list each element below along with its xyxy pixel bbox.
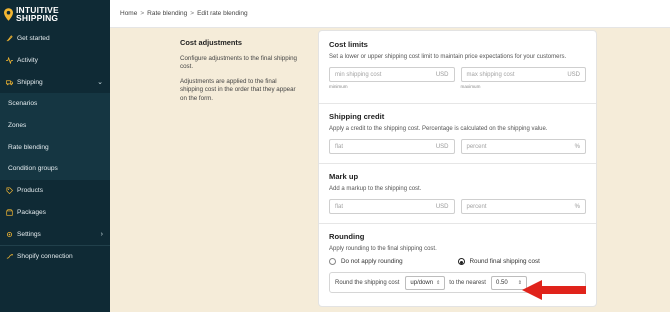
sidebar-item-packages[interactable]: Packages (0, 202, 110, 224)
sidebar-item-scenarios[interactable]: Scenarios (0, 93, 110, 115)
sidebar-item-label: Packages (17, 208, 46, 216)
logo[interactable]: INTUITIVE SHIPPING (0, 0, 110, 28)
radio-unselected-icon (329, 258, 336, 265)
chevron-right-icon: › (100, 230, 103, 238)
breadcrumb-home[interactable]: Home (120, 10, 137, 17)
sidebar-item-get-started[interactable]: Get started (0, 28, 110, 50)
currency-label: USD (435, 71, 449, 78)
rocket-icon (6, 35, 13, 42)
flat-placeholder: flat (335, 203, 344, 210)
minimum-label: minimum (329, 84, 348, 89)
rounding-title: Rounding (329, 232, 365, 241)
annotation-arrow-icon (522, 280, 586, 300)
cost-limits-help: Set a lower or upper shipping cost limit… (329, 54, 567, 60)
sidebar: INTUITIVE SHIPPING Get started Activity … (0, 0, 110, 312)
cost-adjustments-description: Cost adjustments Configure adjustments t… (180, 38, 300, 109)
sidebar-item-products[interactable]: Products (0, 180, 110, 202)
round-final-cost-label: Round final shipping cost (469, 258, 540, 265)
no-rounding-label: Do not apply rounding (341, 258, 403, 265)
gear-icon (7, 231, 12, 237)
breadcrumb-separator: > (190, 10, 195, 17)
mark-up-section: Mark up Add a markup to the shipping cos… (319, 163, 596, 214)
sidebar-item-condition-groups[interactable]: Condition groups (0, 158, 110, 180)
select-arrows-icon: ⇕ (436, 279, 441, 286)
sidebar-item-shopify-connection[interactable]: Shopify connection (0, 246, 110, 268)
cost-limits-title: Cost limits (329, 40, 368, 49)
truck-icon (6, 80, 13, 85)
breadcrumb-current: Edit rate blending (197, 10, 248, 17)
min-shipping-cost-input[interactable]: min shipping cost USD (329, 67, 455, 82)
cost-adjustments-card: Cost limits Set a lower or upper shippin… (318, 30, 597, 307)
round-final-cost-radio[interactable]: Round final shipping cost (457, 258, 587, 265)
tag-icon (6, 187, 13, 195)
credit-flat-input[interactable]: flat USD (329, 139, 455, 154)
sidebar-item-rate-blending[interactable]: Rate blending (0, 136, 110, 159)
description-text-1: Configure adjustments to the final shipp… (180, 55, 297, 71)
chevron-down-icon: ⌄ (97, 79, 103, 87)
section-title: Cost adjustments (180, 38, 243, 47)
sidebar-item-settings[interactable]: Settings › (0, 223, 110, 245)
sidebar-item-label: Shopify connection (17, 253, 73, 261)
sidebar-item-label: Settings (17, 230, 41, 238)
shipping-credit-section: Shipping credit Apply a credit to the sh… (319, 103, 596, 154)
currency-label: USD (567, 71, 580, 78)
location-pin-icon (4, 7, 13, 21)
sidebar-item-label: Condition groups (8, 165, 58, 173)
percent-unit: % (574, 203, 580, 210)
sidebar-item-label: Get started (17, 35, 50, 43)
breadcrumb: Home > Rate blending > Edit rate blendin… (110, 0, 670, 28)
sidebar-item-label: Products (17, 187, 44, 195)
sidebar-item-activity[interactable]: Activity (0, 50, 110, 72)
no-rounding-radio[interactable]: Do not apply rounding (329, 258, 458, 265)
sidebar-item-label: Scenarios (8, 100, 38, 108)
shipping-credit-title: Shipping credit (329, 112, 385, 121)
max-shipping-cost-placeholder: max shipping cost (466, 71, 515, 78)
breadcrumb-separator: > (140, 10, 145, 17)
sidebar-item-label: Shipping (17, 78, 43, 86)
percent-placeholder: percent (466, 143, 487, 150)
sidebar-item-label: Activity (17, 57, 38, 65)
radio-selected-icon (457, 258, 465, 265)
markup-percent-input[interactable]: percent % (460, 199, 586, 214)
cost-limits-section: Cost limits Set a lower or upper shippin… (319, 40, 596, 89)
activity-icon (6, 57, 13, 65)
currency-label: USD (435, 203, 449, 210)
mark-up-help: Add a markup to the shipping cost. (329, 186, 422, 192)
sidebar-item-label: Zones (8, 122, 27, 130)
shipping-credit-help: Apply a credit to the shipping cost. Per… (329, 126, 548, 132)
mark-up-title: Mark up (329, 172, 359, 181)
percent-unit: % (574, 143, 580, 150)
plug-icon (6, 254, 13, 259)
logo-text: INTUITIVE SHIPPING (16, 6, 59, 23)
rounding-nearest-value: 0.50 (495, 279, 508, 286)
rounding-direction-select[interactable]: up/down ⇕ (405, 275, 446, 290)
box-icon (6, 209, 13, 216)
max-shipping-cost-input[interactable]: max shipping cost USD (460, 67, 586, 82)
sidebar-item-label: Rate blending (8, 143, 49, 151)
flat-placeholder: flat (335, 143, 344, 150)
credit-percent-input[interactable]: percent % (460, 139, 586, 154)
nearest-label: to the nearest (449, 279, 486, 286)
min-shipping-cost-placeholder: min shipping cost (335, 71, 382, 78)
sidebar-item-zones[interactable]: Zones (0, 114, 110, 137)
currency-label: USD (435, 143, 449, 150)
logo-line-2: SHIPPING (16, 13, 59, 23)
breadcrumb-rate-blending[interactable]: Rate blending (147, 10, 187, 17)
maximum-label: maximum (460, 84, 481, 89)
sidebar-item-shipping[interactable]: Shipping ⌄ (0, 71, 110, 93)
markup-flat-input[interactable]: flat USD (329, 199, 455, 214)
description-text-2: Adjustments are applied to the final shi… (180, 77, 296, 102)
round-label: Round the shipping cost (335, 279, 400, 286)
rounding-direction-value: up/down (410, 279, 434, 286)
rounding-help: Apply rounding to the final shipping cos… (329, 246, 437, 252)
percent-placeholder: percent (466, 203, 487, 210)
